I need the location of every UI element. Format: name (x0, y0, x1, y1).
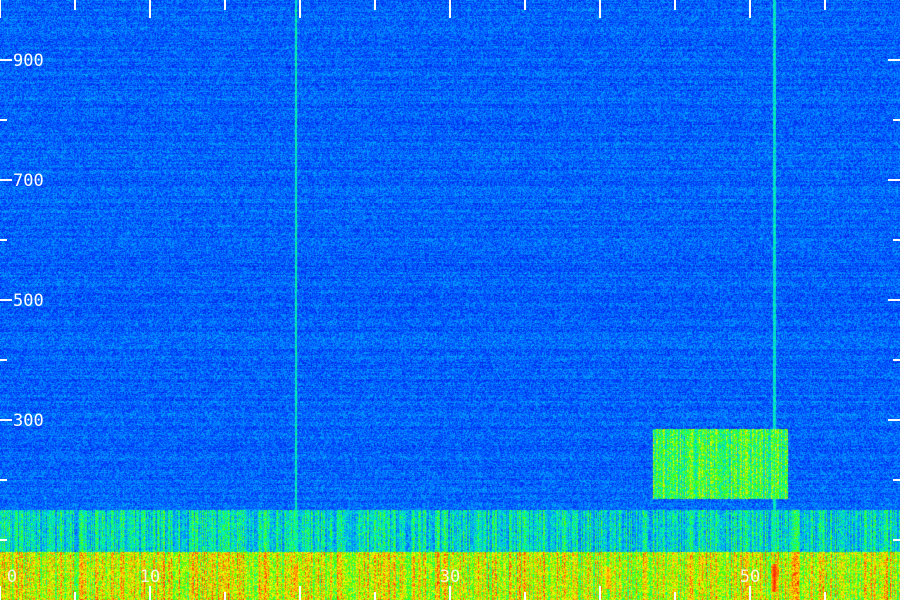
x-tick-label: 0 (7, 567, 17, 587)
x-tick-label: 10 (140, 567, 160, 587)
y-tick-label: 700 (13, 171, 44, 191)
y-tick-label: 500 (13, 291, 44, 311)
x-tick-label: 30 (440, 567, 460, 587)
spectrogram-panel: 900 700 500 300 0 10 30 50 (0, 0, 900, 600)
y-tick-label: 300 (13, 411, 44, 431)
y-tick-label: 900 (13, 51, 44, 71)
axes-overlay: 900 700 500 300 0 10 30 50 (0, 0, 900, 600)
x-tick-label: 50 (740, 567, 760, 587)
